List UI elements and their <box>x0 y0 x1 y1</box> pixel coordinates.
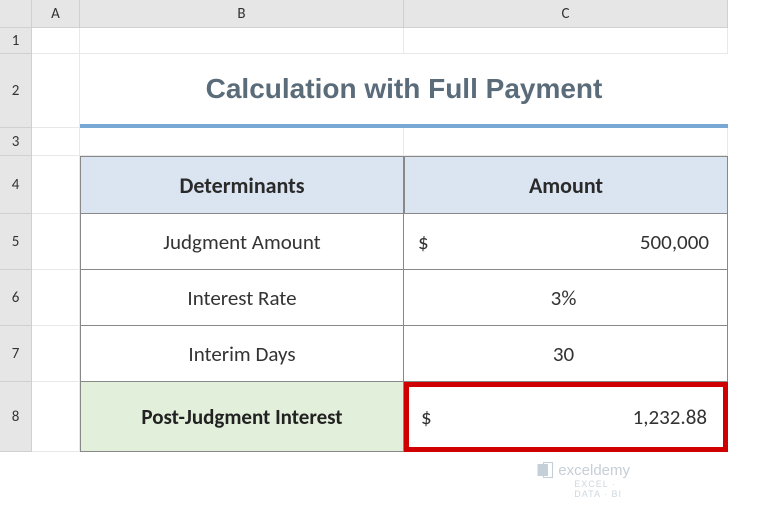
value-post-judgment-interest[interactable]: $ 1,232.88 <box>404 382 728 452</box>
cell-A2[interactable] <box>32 54 80 128</box>
currency-value: 500,000 <box>640 229 709 255</box>
row-header-2[interactable]: 2 <box>0 54 32 128</box>
currency-value: 1,232.88 <box>633 404 707 430</box>
col-header-B[interactable]: B <box>80 0 404 28</box>
cell-B1[interactable] <box>80 28 404 54</box>
label-judgment-amount[interactable]: Judgment Amount <box>80 214 404 270</box>
value-interim-days[interactable]: 30 <box>404 326 728 382</box>
row-header-6[interactable]: 6 <box>0 270 32 326</box>
title-cell[interactable]: Calculation with Full Payment <box>80 54 728 128</box>
label-interest-rate[interactable]: Interest Rate <box>80 270 404 326</box>
cell-B3[interactable] <box>80 128 404 156</box>
label-interim-days[interactable]: Interim Days <box>80 326 404 382</box>
value-judgment-amount[interactable]: $ 500,000 <box>404 214 728 270</box>
currency-wrap: $ 500,000 <box>418 229 709 255</box>
header-amount[interactable]: Amount <box>404 156 728 214</box>
row-header-4[interactable]: 4 <box>0 156 32 214</box>
label-post-judgment-interest[interactable]: Post-Judgment Interest <box>80 382 404 452</box>
header-determinants[interactable]: Determinants <box>80 156 404 214</box>
row-header-5[interactable]: 5 <box>0 214 32 270</box>
cell-A7[interactable] <box>32 326 80 382</box>
watermark-brand: exceldemy <box>558 462 630 479</box>
select-all-corner[interactable] <box>0 0 32 28</box>
row-header-8[interactable]: 8 <box>0 382 32 452</box>
excel-icon <box>536 461 554 479</box>
cell-A5[interactable] <box>32 214 80 270</box>
cell-A1[interactable] <box>32 28 80 54</box>
currency-symbol: $ <box>421 404 432 430</box>
cell-A8[interactable] <box>32 382 80 452</box>
row-header-7[interactable]: 7 <box>0 326 32 382</box>
cell-C1[interactable] <box>404 28 728 54</box>
col-header-C[interactable]: C <box>404 0 728 28</box>
row-header-1[interactable]: 1 <box>0 28 32 54</box>
cell-A6[interactable] <box>32 270 80 326</box>
cell-A3[interactable] <box>32 128 80 156</box>
value-interest-rate[interactable]: 3% <box>404 270 728 326</box>
cell-A4[interactable] <box>32 156 80 214</box>
watermark-tagline: EXCEL · DATA · BI <box>574 479 630 499</box>
col-header-A[interactable]: A <box>32 0 80 28</box>
cell-C3[interactable] <box>404 128 728 156</box>
watermark: exceldemy EXCEL · DATA · BI <box>536 461 630 479</box>
row-header-3[interactable]: 3 <box>0 128 32 156</box>
spreadsheet-grid: A B C 1 2 Calculation with Full Payment … <box>0 0 768 452</box>
currency-wrap: $ 1,232.88 <box>421 404 707 430</box>
currency-symbol: $ <box>418 229 429 255</box>
